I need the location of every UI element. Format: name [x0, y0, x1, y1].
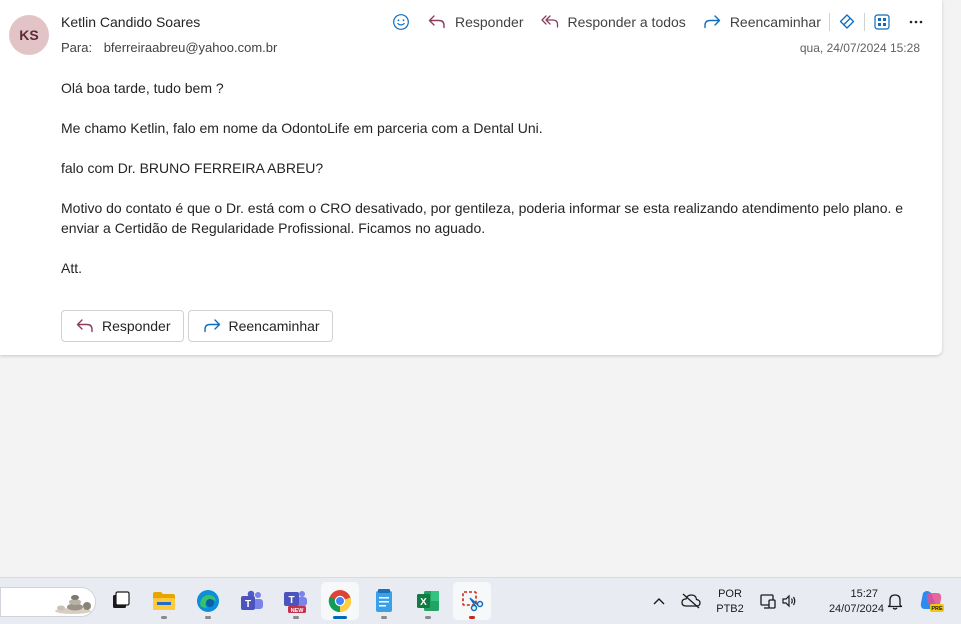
running-indicator [381, 616, 387, 619]
windows-taskbar: T T NEW X POR PTB2 15:27 24/07/2024 PRE [0, 577, 961, 624]
show-hidden-icons-button[interactable] [646, 582, 672, 620]
excel-icon: X [417, 591, 439, 611]
taskbar-search[interactable] [0, 587, 96, 617]
copilot-button[interactable] [834, 10, 860, 34]
snipping-tool-icon [462, 591, 484, 612]
reply-icon [76, 319, 93, 333]
body-paragraph: Att. [61, 260, 83, 276]
language-code: POR [718, 588, 742, 600]
more-icon [909, 20, 923, 24]
to-label: Para: [61, 40, 93, 55]
reply-icon [428, 15, 445, 29]
taskbar-edge[interactable] [189, 582, 227, 620]
clock-time: 15:27 [850, 588, 878, 600]
sender-name[interactable]: Ketlin Candido Soares [61, 14, 200, 30]
svg-text:T: T [245, 599, 251, 610]
bell-icon [887, 594, 903, 610]
reply-label: Responder [455, 14, 524, 30]
teams-new-icon: T NEW [284, 591, 307, 614]
copilot-pre-icon: PRE [920, 591, 944, 612]
chrome-icon [328, 590, 352, 613]
more-actions-button[interactable] [903, 10, 929, 34]
toolbar-divider [863, 13, 865, 31]
forward-icon [704, 15, 721, 29]
chevron-up-icon [653, 598, 665, 605]
reply-all-icon [540, 15, 558, 28]
sender-avatar[interactable]: KS [9, 15, 49, 55]
taskbar-chrome[interactable] [321, 582, 359, 620]
bottom-reply-button[interactable]: Responder [61, 310, 184, 342]
cloud-offline-icon [681, 593, 701, 609]
onedrive-status-button[interactable] [677, 582, 705, 620]
keyboard-layout: PTB2 [716, 603, 744, 615]
active-indicator [333, 616, 347, 619]
edge-icon [197, 590, 219, 612]
body-paragraph: Motivo do contato é que o Dr. está com o… [61, 200, 904, 236]
teams-icon: T [241, 590, 263, 610]
clock[interactable]: 15:27 24/07/2024 [812, 587, 884, 617]
bottom-action-bar: Responder Reencaminhar [61, 310, 337, 342]
taskbar-snipping-tool[interactable] [453, 582, 491, 620]
search-highlight-icon [55, 595, 91, 614]
body-paragraph: Olá boa tarde, tudo bem ? [61, 80, 224, 96]
email-body: Olá boa tarde, tudo bem ? Me chamo Ketli… [61, 78, 911, 298]
bottom-forward-label: Reencaminhar [228, 318, 320, 334]
email-timestamp: qua, 24/07/2024 15:28 [799, 41, 920, 55]
apps-icon [874, 14, 890, 30]
forward-button[interactable]: Reencaminhar [703, 10, 821, 34]
running-indicator [205, 616, 211, 619]
notifications-button[interactable] [882, 582, 908, 620]
forward-icon [203, 319, 220, 333]
running-indicator [293, 616, 299, 619]
message-toolbar: Responder Responder a todos Reencaminhar [388, 10, 929, 34]
taskbar-file-explorer[interactable] [145, 582, 183, 620]
input-language-indicator[interactable]: POR PTB2 [711, 587, 749, 617]
copilot-icon [839, 14, 855, 29]
new-badge-text: NEW [291, 608, 305, 614]
reply-all-button[interactable]: Responder a todos [540, 10, 686, 34]
reply-button[interactable]: Responder [428, 10, 524, 34]
body-paragraph: Me chamo Ketlin, falo em nome da OdontoL… [61, 120, 543, 136]
email-reading-pane: KS Ketlin Candido Soares Para: bferreira… [0, 0, 942, 355]
copilot-taskbar-button[interactable]: PRE [913, 582, 949, 620]
reply-all-label: Responder a todos [567, 14, 686, 30]
running-indicator [425, 616, 431, 619]
bottom-forward-button[interactable]: Reencaminhar [187, 310, 333, 342]
volume-icon [782, 594, 796, 608]
svg-text:X: X [420, 597, 427, 608]
running-indicator [469, 616, 475, 619]
emoji-icon [393, 14, 409, 30]
taskbar-excel[interactable]: X [409, 582, 447, 620]
pre-badge-text: PRE [931, 606, 943, 612]
task-view-button[interactable] [101, 582, 139, 620]
bottom-reply-label: Responder [102, 318, 171, 334]
notepad-icon [376, 589, 392, 612]
task-view-icon [113, 591, 130, 608]
running-indicator [161, 616, 167, 619]
toolbar-divider [828, 13, 830, 31]
taskbar-notepad[interactable] [365, 582, 403, 620]
taskbar-teams[interactable]: T [233, 582, 271, 620]
svg-text:T: T [288, 595, 294, 606]
network-icon [760, 594, 776, 609]
taskbar-teams-new[interactable]: T NEW [277, 582, 315, 620]
recipient-address[interactable]: bferreiraabreu@yahoo.com.br [104, 40, 278, 55]
forward-label: Reencaminhar [729, 14, 821, 30]
apps-button[interactable] [869, 10, 895, 34]
clock-date: 24/07/2024 [828, 603, 884, 615]
network-volume-button[interactable] [755, 582, 801, 620]
emoji-reaction-button[interactable] [388, 10, 414, 34]
body-paragraph: falo com Dr. BRUNO FERREIRA ABREU? [61, 160, 324, 176]
folder-icon [153, 592, 175, 610]
recipient-line: Para: bferreiraabreu@yahoo.com.br [61, 40, 277, 55]
